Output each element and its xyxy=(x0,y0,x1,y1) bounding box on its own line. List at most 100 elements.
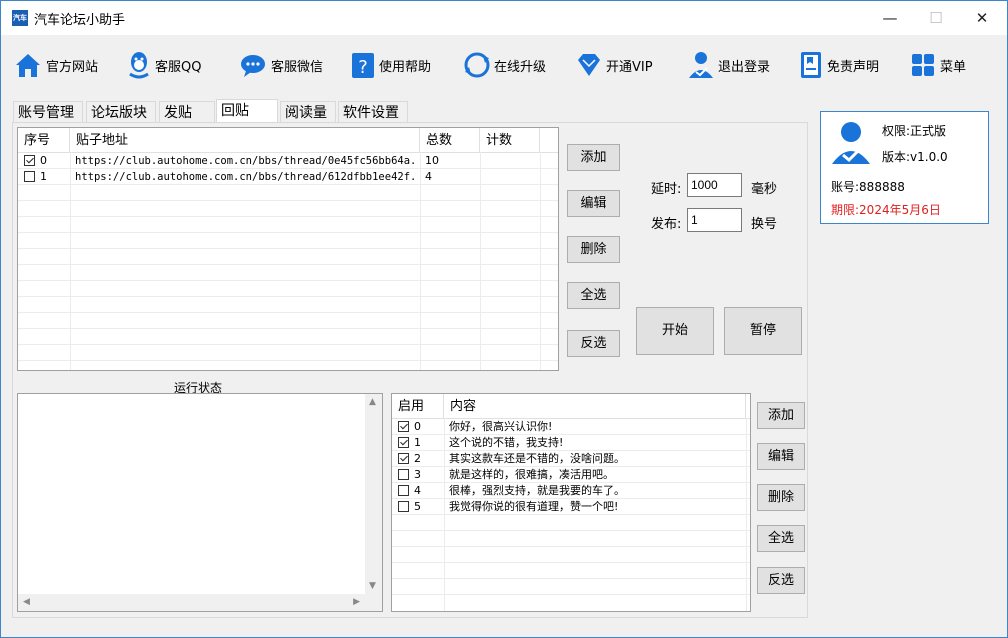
toolbar-upgrade[interactable]: 在线升级 xyxy=(463,49,546,81)
content-delete-button[interactable]: 删除 xyxy=(757,484,805,511)
qq-icon xyxy=(129,52,149,79)
row-content: 你好，很高兴认识你! xyxy=(449,420,553,433)
col-count[interactable]: 计数 xyxy=(480,128,540,152)
svg-text:?: ? xyxy=(358,57,368,78)
table-header: 启用 内容 xyxy=(392,394,750,419)
toolbar-help[interactable]: ? 使用帮助 xyxy=(350,49,431,81)
scroll-down-icon[interactable]: ▼ xyxy=(369,581,376,591)
home-icon xyxy=(16,54,40,77)
table-row[interactable]: 2 其实这款车还是不错的，没啥问题。 xyxy=(392,451,750,467)
scroll-right-icon[interactable]: ▶ xyxy=(353,597,360,607)
col-enabled[interactable]: 启用 xyxy=(392,394,444,418)
pause-button[interactable]: 暂停 xyxy=(724,307,802,355)
toolbar-label: 使用帮助 xyxy=(379,59,432,75)
toolbar-label: 退出登录 xyxy=(718,59,771,75)
status-log[interactable]: ▲ ▼ ◀ ▶ xyxy=(17,393,383,612)
table-row[interactable]: 1 https://club.autohome.com.cn/bbs/threa… xyxy=(18,169,558,185)
help-icon: ? xyxy=(352,53,374,78)
table-row[interactable]: 5 我觉得你说的很有道理，赞一个吧! xyxy=(392,499,750,515)
maximize-button[interactable]: ☐ xyxy=(913,1,959,35)
row-checkbox[interactable] xyxy=(398,453,409,464)
posts-delete-button[interactable]: 删除 xyxy=(567,236,620,263)
scroll-left-icon[interactable]: ◀ xyxy=(23,597,30,607)
content-select-all-button[interactable]: 全选 xyxy=(757,525,805,552)
minimize-button[interactable]: — xyxy=(867,1,913,35)
row-content: 很棒，强烈支持，就是我要的车了。 xyxy=(449,484,625,497)
toolbar-label: 客服QQ xyxy=(155,59,202,75)
row-url: https://club.autohome.com.cn/bbs/thread/… xyxy=(75,171,415,183)
user-logout-icon xyxy=(689,52,713,78)
row-checkbox[interactable] xyxy=(398,469,409,480)
document-icon xyxy=(801,52,821,78)
row-url: https://club.autohome.com.cn/bbs/thread/… xyxy=(75,155,415,167)
app-logo-icon: 汽车 xyxy=(12,10,28,26)
start-button[interactable]: 开始 xyxy=(636,307,714,355)
refresh-icon xyxy=(464,52,490,78)
row-index: 3 xyxy=(414,468,421,481)
col-content[interactable]: 内容 xyxy=(444,394,746,418)
scrollbar-corner xyxy=(365,594,382,611)
expiry-text: 期限:2024年5月6日 xyxy=(831,203,941,217)
version-text: 版本:v1.0.0 xyxy=(882,150,948,164)
toolbar-qq[interactable]: 客服QQ xyxy=(126,49,201,81)
delay-input[interactable] xyxy=(687,173,742,197)
toolbar-logout[interactable]: 退出登录 xyxy=(687,49,770,81)
row-index: 2 xyxy=(414,452,421,465)
posts-select-all-button[interactable]: 全选 xyxy=(567,282,620,309)
toolbar-label: 官方网站 xyxy=(46,59,99,75)
row-checkbox[interactable] xyxy=(24,155,35,166)
tab-account-management[interactable]: 账号管理 xyxy=(13,101,83,123)
diamond-icon xyxy=(578,54,600,76)
table-row[interactable]: 3 就是这样的，很难搞，凑活用吧。 xyxy=(392,467,750,483)
account-info-panel: 权限:正式版 版本:v1.0.0 账号:888888 期限:2024年5月6日 xyxy=(820,111,989,224)
tab-forum-section[interactable]: 论坛版块 xyxy=(86,101,156,123)
publish-label: 发布: xyxy=(651,217,682,232)
row-checkbox[interactable] xyxy=(398,437,409,448)
toolbar-official-site[interactable]: 官方网站 xyxy=(13,49,98,81)
posts-add-button[interactable]: 添加 xyxy=(567,144,620,171)
delay-label: 延时: xyxy=(651,182,682,197)
toolbar-wechat[interactable]: 客服微信 xyxy=(238,49,323,81)
row-checkbox[interactable] xyxy=(398,501,409,512)
scroll-up-icon[interactable]: ▲ xyxy=(369,397,376,407)
publish-input[interactable] xyxy=(687,208,742,232)
row-checkbox[interactable] xyxy=(24,171,35,182)
content-add-button[interactable]: 添加 xyxy=(757,402,805,429)
close-button[interactable]: ✕ xyxy=(959,1,1005,35)
tab-post[interactable]: 发贴 xyxy=(159,101,215,123)
content-edit-button[interactable]: 编辑 xyxy=(757,443,805,470)
toolbar-disclaimer[interactable]: 免责声明 xyxy=(798,49,879,81)
reply-content-table[interactable]: 启用 内容 0 你好，很高兴认识你! 1 这个说的不错，我支持! 2 其实这款车… xyxy=(391,393,751,612)
table-row[interactable]: 0 你好，很高兴认识你! xyxy=(392,419,750,435)
row-checkbox[interactable] xyxy=(398,485,409,496)
table-header: 序号 贴子地址 总数 计数 xyxy=(18,128,558,153)
tab-software-settings[interactable]: 软件设置 xyxy=(338,101,408,123)
posts-table[interactable]: 序号 贴子地址 总数 计数 0 https://club.autohome.co… xyxy=(17,127,559,371)
horizontal-scrollbar[interactable]: ◀ ▶ xyxy=(18,594,365,611)
table-row[interactable]: 1 这个说的不错，我支持! xyxy=(392,435,750,451)
app-window: 汽车 汽车论坛小助手 — ☐ ✕ 官方网站 客服QQ 客服微信 ? 使用帮助 在… xyxy=(0,0,1008,638)
permission-text: 权限:正式版 xyxy=(882,124,947,138)
col-index[interactable]: 序号 xyxy=(18,128,70,152)
delay-unit: 毫秒 xyxy=(751,182,778,197)
row-content: 我觉得你说的很有道理，赞一个吧! xyxy=(449,500,619,513)
col-total[interactable]: 总数 xyxy=(420,128,480,152)
toolbar-vip[interactable]: 开通VIP xyxy=(575,49,653,81)
row-checkbox[interactable] xyxy=(398,421,409,432)
tab-read-count[interactable]: 阅读量 xyxy=(280,101,336,123)
toolbar-label: 菜单 xyxy=(940,59,967,75)
tab-reply[interactable]: 回贴 xyxy=(216,99,278,124)
content-invert-button[interactable]: 反选 xyxy=(757,567,805,594)
col-url[interactable]: 贴子地址 xyxy=(70,128,420,152)
toolbar-label: 开通VIP xyxy=(606,59,653,75)
row-content: 其实这款车还是不错的，没啥问题。 xyxy=(449,452,625,465)
vertical-scrollbar[interactable]: ▲ ▼ xyxy=(365,394,382,594)
table-row[interactable]: 4 很棒，强烈支持，就是我要的车了。 xyxy=(392,483,750,499)
posts-edit-button[interactable]: 编辑 xyxy=(567,190,620,217)
toolbar-menu[interactable]: 菜单 xyxy=(909,49,966,81)
table-row[interactable]: 0 https://club.autohome.com.cn/bbs/threa… xyxy=(18,153,558,169)
row-content: 这个说的不错，我支持! xyxy=(449,436,564,449)
title-bar: 汽车 汽车论坛小助手 — ☐ ✕ xyxy=(1,1,1007,35)
publish-unit: 换号 xyxy=(751,217,778,232)
posts-invert-button[interactable]: 反选 xyxy=(567,330,620,357)
